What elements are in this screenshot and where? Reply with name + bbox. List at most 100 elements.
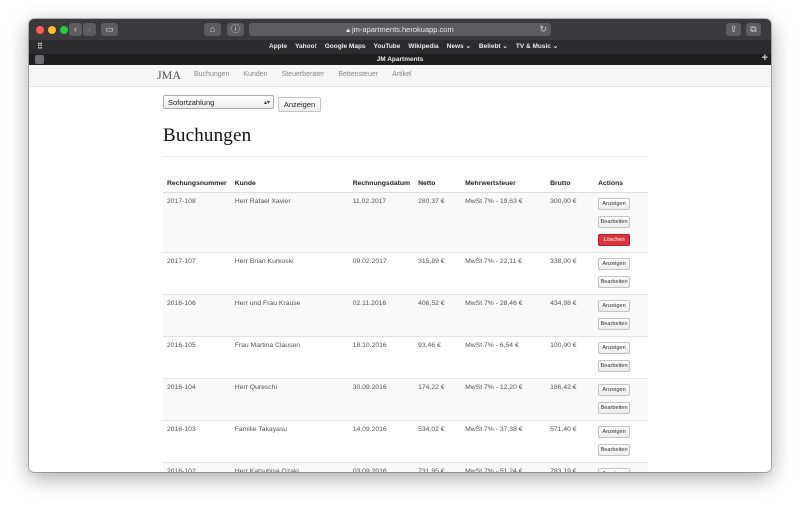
show-button[interactable]: Anzeigen bbox=[598, 384, 631, 396]
show-button[interactable]: Anzeigen bbox=[598, 258, 631, 270]
customer-cell: Herr Qureschi bbox=[230, 378, 349, 421]
actions-cell: Anzeigen Bearbeiten bbox=[594, 252, 648, 295]
customer-cell: Herr und Frau Krause bbox=[230, 294, 349, 337]
minimize-window-button[interactable] bbox=[48, 26, 56, 34]
tab-favicon-icon bbox=[35, 55, 44, 64]
gross-amount-cell: 783,19 € bbox=[546, 462, 595, 472]
privacy-report-icon[interactable]: ⓘ bbox=[227, 23, 244, 36]
table-row: 2016-105 Frau Martina Clausen 18.10.2016 93… bbox=[163, 336, 648, 379]
browser-toolbar: ‹ › ▭ ⌂ ⓘ 🔒︎ jm-apartments.herokuapp.com … bbox=[29, 19, 771, 40]
forward-icon[interactable]: › bbox=[83, 23, 96, 36]
invoice-date-cell: 18.10.2016 bbox=[348, 336, 415, 379]
net-amount-cell: 280,37 € bbox=[414, 192, 462, 253]
column-header: Netto bbox=[414, 175, 462, 193]
back-icon[interactable]: ‹ bbox=[69, 23, 82, 36]
edit-button[interactable]: Bearbeiten bbox=[598, 402, 631, 414]
edit-button[interactable]: Bearbeiten bbox=[598, 216, 631, 228]
edit-button[interactable]: Bearbeiten bbox=[598, 276, 631, 288]
favorites-bar: ⠿ Apple Yahoo! Google Maps YouTube Wikipedia… bbox=[29, 40, 771, 54]
invoice-number-cell: 2017-107 bbox=[163, 252, 231, 295]
favorite-item[interactable]: Google Maps bbox=[325, 43, 366, 50]
actions-cell: Anzeigen Bearbeiten bbox=[594, 420, 648, 463]
invoice-number-cell: 2017-108 bbox=[163, 192, 231, 253]
actions-cell: Anzeigen Bearbeiten bbox=[594, 294, 648, 337]
net-amount-cell: 731,95 € bbox=[414, 462, 462, 472]
column-header: Brutto bbox=[546, 175, 595, 193]
edit-button[interactable]: Bearbeiten bbox=[598, 360, 631, 372]
edit-button[interactable]: Bearbeiten bbox=[598, 318, 631, 330]
nav-link-artikel[interactable]: Artikel bbox=[392, 71, 411, 78]
new-tab-icon[interactable]: + bbox=[762, 53, 768, 64]
favorites-grid-icon[interactable]: ⠿ bbox=[37, 43, 43, 51]
customer-cell: Herr Rafael Xavier bbox=[230, 192, 349, 253]
vat-cell: MwSt 7% - 51,24 € bbox=[461, 462, 547, 472]
invoice-number-cell: 2016-105 bbox=[163, 336, 231, 379]
show-button[interactable]: Anzeigen bbox=[598, 468, 631, 472]
title-divider bbox=[163, 156, 648, 157]
edit-button[interactable]: Bearbeiten bbox=[598, 444, 631, 456]
vat-cell: MwSt 7% - 19,63 € bbox=[461, 192, 547, 253]
nav-link-bettensteuer[interactable]: Bettensteuer bbox=[338, 71, 378, 78]
filter-show-button[interactable]: Anzeigen bbox=[278, 97, 321, 112]
actions-cell: Anzeigen bbox=[594, 462, 648, 472]
invoice-number-cell: 2016-103 bbox=[163, 420, 231, 463]
payment-filter-select[interactable]: Sofortzahlung ▴▾ bbox=[163, 95, 274, 109]
customer-cell: Frau Martina Clausen bbox=[230, 336, 349, 379]
gross-amount-cell: 186,42 € bbox=[546, 378, 595, 421]
sidebar-toggle-icon[interactable]: ▭ bbox=[101, 23, 118, 36]
tab-title[interactable]: JM Apartments bbox=[377, 56, 424, 63]
gross-amount-cell: 434,98 € bbox=[546, 294, 595, 337]
favorite-item[interactable]: Beliebt ⌄ bbox=[479, 43, 508, 50]
reload-icon[interactable]: ↻ bbox=[539, 23, 547, 36]
show-button[interactable]: Anzeigen bbox=[598, 300, 631, 312]
favorite-item[interactable]: Wikipedia bbox=[408, 43, 438, 50]
invoice-date-cell: 02.11.2016 bbox=[348, 294, 415, 337]
payment-filter-value: Sofortzahlung bbox=[168, 98, 215, 107]
address-text: jm-apartments.herokuapp.com bbox=[352, 25, 454, 34]
tab-overview-icon[interactable]: ⧉ bbox=[746, 23, 761, 36]
bookings-table: Rechungsnummer Kunde Rechnungsdatum Netto Me… bbox=[163, 175, 648, 472]
favorite-item[interactable]: News ⌄ bbox=[447, 43, 471, 50]
show-button[interactable]: Anzeigen bbox=[598, 426, 631, 438]
address-bar[interactable]: 🔒︎ jm-apartments.herokuapp.com ↻ bbox=[249, 23, 551, 36]
column-header: Rechungsnummer bbox=[163, 175, 231, 193]
lock-icon: 🔒︎ bbox=[346, 27, 350, 34]
nav-link-kunden[interactable]: Kunden bbox=[243, 71, 267, 78]
nav-link-buchungen[interactable]: Buchungen bbox=[194, 71, 229, 78]
nav-link-steuerberater[interactable]: Steuerberater bbox=[282, 71, 325, 78]
customer-cell: Familie Takayasu bbox=[230, 420, 349, 463]
net-amount-cell: 406,52 € bbox=[414, 294, 462, 337]
site-navbar: JMA Buchungen Kunden Steuerberater Bettenst… bbox=[29, 65, 771, 87]
customer-cell: Herr Brian Kurkoski bbox=[230, 252, 349, 295]
vat-cell: MwSt 7% - 28,46 € bbox=[461, 294, 547, 337]
table-body: 2017-108 Herr Rafael Xavier 11.02.2017 280,… bbox=[163, 192, 648, 472]
show-button[interactable]: Anzeigen bbox=[598, 342, 631, 354]
close-window-button[interactable] bbox=[36, 26, 44, 34]
favorite-item[interactable]: TV & Music ⌄ bbox=[516, 43, 558, 50]
browser-window: ‹ › ▭ ⌂ ⓘ 🔒︎ jm-apartments.herokuapp.com … bbox=[29, 19, 771, 472]
favorites-list: Apple Yahoo! Google Maps YouTube Wikipedia Ne… bbox=[269, 40, 566, 54]
share-icon[interactable]: ⇪ bbox=[726, 23, 741, 36]
column-header: Rechnungsdatum bbox=[348, 175, 415, 193]
show-button[interactable]: Anzeigen bbox=[598, 198, 631, 210]
gross-amount-cell: 300,00 € bbox=[546, 192, 595, 253]
column-header: Mehrwertsteuer bbox=[461, 175, 547, 193]
column-header: Kunde bbox=[230, 175, 349, 193]
delete-button[interactable]: Löschen bbox=[598, 234, 631, 246]
favorite-item[interactable]: Yahoo! bbox=[295, 43, 317, 50]
table-row: 2016-103 Familie Takayasu 14.09.2016 534,02… bbox=[163, 420, 648, 463]
favorite-item[interactable]: YouTube bbox=[374, 43, 401, 50]
actions-cell: Anzeigen Bearbeiten Löschen bbox=[594, 192, 648, 253]
vat-cell: MwSt 7% - 12,20 € bbox=[461, 378, 547, 421]
actions-cell: Anzeigen Bearbeiten bbox=[594, 336, 648, 379]
zoom-window-button[interactable] bbox=[60, 26, 68, 34]
table-row: 2017-108 Herr Rafael Xavier 11.02.2017 280,… bbox=[163, 192, 648, 253]
favorite-item[interactable]: Apple bbox=[269, 43, 287, 50]
invoice-date-cell: 30.09.2016 bbox=[348, 378, 415, 421]
invoice-date-cell: 03.09.2016 bbox=[348, 462, 415, 472]
site-brand[interactable]: JMA bbox=[157, 68, 181, 83]
invoice-number-cell: 2016-102 bbox=[163, 462, 231, 472]
gross-amount-cell: 338,00 € bbox=[546, 252, 595, 295]
actions-cell: Anzeigen Bearbeiten bbox=[594, 378, 648, 421]
home-icon[interactable]: ⌂ bbox=[204, 23, 221, 36]
